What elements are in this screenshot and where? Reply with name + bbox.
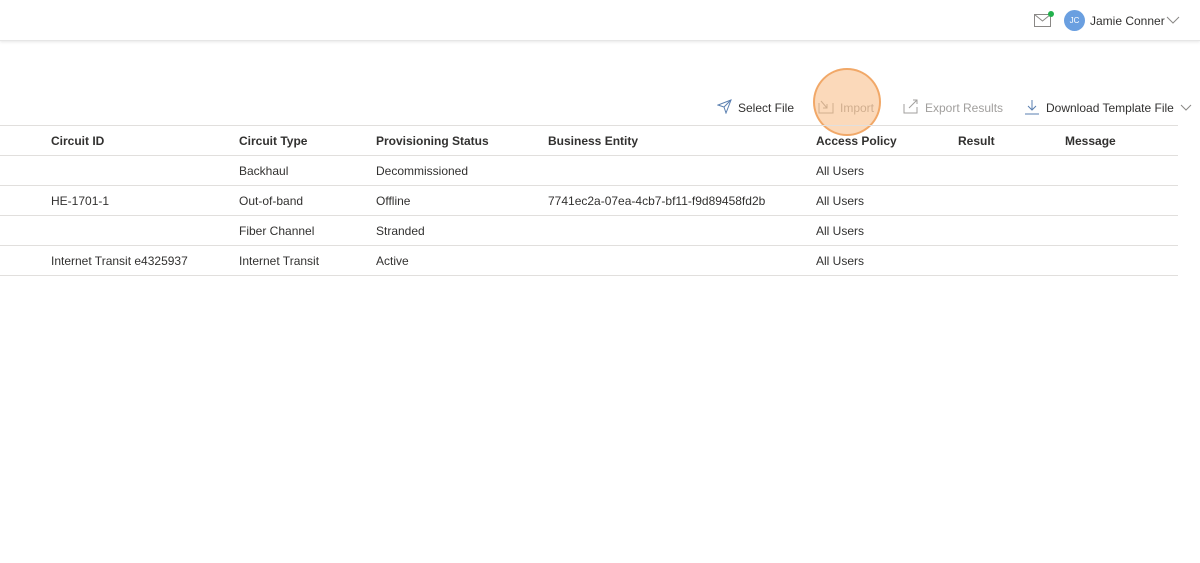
cell-circuit-type: Internet Transit: [239, 245, 376, 276]
cell-result: [958, 215, 1065, 246]
cell-circuit-id: HE-1701-1: [0, 185, 239, 216]
column-header-provisioning-status[interactable]: Provisioning Status: [376, 125, 548, 156]
import-label: Import: [840, 101, 875, 115]
column-header-business-entity[interactable]: Business Entity: [548, 125, 816, 156]
import-icon: [818, 99, 834, 117]
send-icon: [716, 99, 732, 117]
cell-access-policy: All Users: [816, 185, 958, 216]
cell-business-entity: 7741ec2a-07ea-4cb7-bf11-f9d89458fd2b: [548, 185, 816, 216]
cell-circuit-type: Backhaul: [239, 155, 376, 186]
cell-message: [1065, 185, 1178, 216]
cell-provisioning-status: Decommissioned: [376, 155, 548, 186]
cell-access-policy: All Users: [816, 155, 958, 186]
chevron-down-icon[interactable]: [1180, 101, 1192, 115]
cell-business-entity: [548, 245, 816, 276]
cell-access-policy: All Users: [816, 245, 958, 276]
avatar-initials: JC: [1069, 16, 1080, 25]
cell-provisioning-status: Offline: [376, 185, 548, 216]
cell-business-entity: [548, 155, 816, 186]
cell-access-policy: All Users: [816, 215, 958, 246]
cell-message: [1065, 155, 1178, 186]
select-file-label: Select File: [738, 101, 795, 115]
table-row[interactable]: HE-1701-1 Out-of-band Offline 7741ec2a-0…: [0, 185, 1178, 216]
top-bar: JC Jamie Conner: [0, 0, 1200, 41]
cell-result: [958, 245, 1065, 276]
export-icon: [903, 99, 919, 117]
select-file-button[interactable]: Select File: [716, 98, 795, 118]
table-row[interactable]: Fiber Channel Stranded All Users: [0, 215, 1178, 246]
notification-dot: [1048, 11, 1054, 17]
column-header-message[interactable]: Message: [1065, 125, 1178, 156]
column-header-access-policy[interactable]: Access Policy: [816, 125, 958, 156]
download-icon: [1024, 99, 1040, 118]
cell-message: [1065, 245, 1178, 276]
cell-circuit-type: Fiber Channel: [239, 215, 376, 246]
cell-provisioning-status: Active: [376, 245, 548, 276]
table-row[interactable]: Internet Transit e4325937 Internet Trans…: [0, 245, 1178, 276]
cell-message: [1065, 215, 1178, 246]
import-button[interactable]: Import: [818, 98, 874, 118]
download-template-label: Download Template File: [1046, 101, 1174, 115]
results-table: Circuit ID Circuit Type Provisioning Sta…: [0, 125, 1178, 276]
export-results-label: Export Results: [925, 101, 1004, 115]
cell-result: [958, 185, 1065, 216]
cell-provisioning-status: Stranded: [376, 215, 548, 246]
mail-icon[interactable]: [1034, 11, 1054, 29]
cell-result: [958, 155, 1065, 186]
cell-circuit-id: Internet Transit e4325937: [0, 245, 239, 276]
column-header-circuit-id[interactable]: Circuit ID: [0, 125, 239, 156]
chevron-down-icon[interactable]: [1166, 14, 1180, 24]
table-header-row: Circuit ID Circuit Type Provisioning Sta…: [0, 125, 1178, 156]
cell-circuit-id: [0, 155, 239, 186]
cell-circuit-id: [0, 215, 239, 246]
download-template-button[interactable]: Download Template File: [1024, 98, 1192, 118]
avatar[interactable]: JC: [1064, 10, 1085, 31]
table-row[interactable]: Backhaul Decommissioned All Users: [0, 155, 1178, 186]
column-header-circuit-type[interactable]: Circuit Type: [239, 125, 376, 156]
cell-circuit-type: Out-of-band: [239, 185, 376, 216]
column-header-result[interactable]: Result: [958, 125, 1065, 156]
user-name[interactable]: Jamie Conner: [1090, 14, 1165, 28]
export-results-button[interactable]: Export Results: [903, 98, 1003, 118]
cell-business-entity: [548, 215, 816, 246]
